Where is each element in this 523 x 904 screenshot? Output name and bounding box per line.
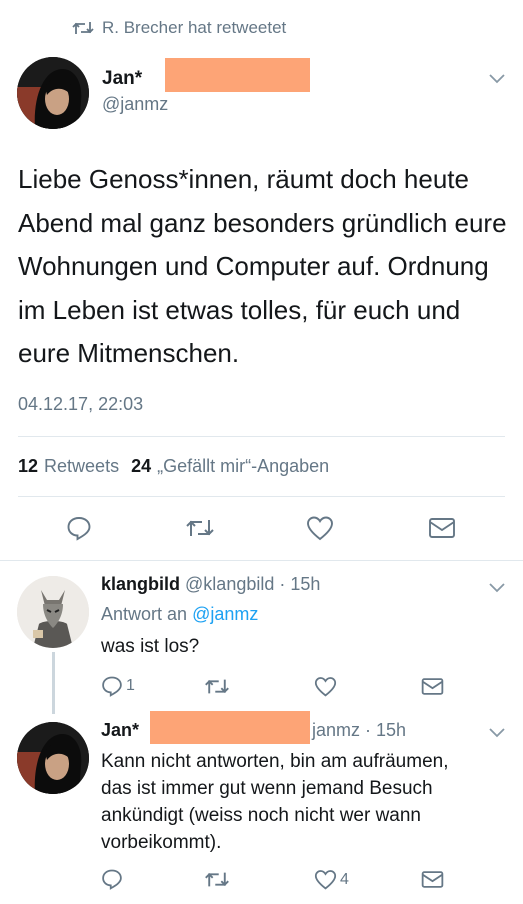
like-icon <box>314 677 337 697</box>
retweet-button[interactable] <box>185 517 215 539</box>
author-name[interactable]: Jan* <box>101 720 139 741</box>
reply-button[interactable] <box>66 515 92 541</box>
retweet-header-text: R. Brecher hat retweetet <box>102 18 287 37</box>
retweet-header[interactable]: R. Brecher hat retweetet <box>72 16 286 40</box>
retweet-count[interactable]: 12 <box>18 456 38 477</box>
retweet-icon <box>205 679 229 694</box>
divider <box>0 560 523 561</box>
redaction-block <box>150 711 310 744</box>
divider <box>18 496 505 497</box>
retweet-button[interactable] <box>204 677 230 696</box>
reply-to-prefix: Antwort an <box>101 604 188 624</box>
thread-line <box>52 652 55 714</box>
like-count: 4 <box>340 870 349 888</box>
reply-icon <box>102 869 122 890</box>
reply-count: 1 <box>126 677 135 694</box>
message-button[interactable] <box>421 870 444 889</box>
message-icon <box>429 518 455 538</box>
reply-icon <box>102 676 122 697</box>
reply-text-line: vorbeikommt). <box>101 832 222 853</box>
avatar[interactable] <box>17 576 89 648</box>
retweet-label[interactable]: Retweets <box>44 456 119 477</box>
author-name[interactable]: Jan* <box>102 68 142 90</box>
divider <box>18 436 505 437</box>
avatar[interactable] <box>17 722 89 794</box>
tweet-stats: 12 Retweets 24 „Gefällt mir“-Angaben <box>18 456 329 477</box>
like-icon <box>307 516 333 541</box>
message-button[interactable] <box>428 517 456 539</box>
author-handle[interactable]: @klangbild <box>185 574 274 594</box>
message-button[interactable] <box>421 677 444 696</box>
author-handle[interactable]: @janmz <box>102 94 168 115</box>
reply-1-header: klangbild @klangbild · 15h <box>101 574 320 595</box>
chevron-down-icon[interactable] <box>488 582 506 594</box>
reply-text: was ist los? <box>101 636 200 657</box>
reply-time: · 15h <box>279 574 321 594</box>
like-button[interactable] <box>306 515 334 541</box>
reply-2-handle-line: janmz · 15h <box>312 720 406 741</box>
author-handle[interactable]: janmz <box>312 720 360 740</box>
retweet-icon <box>72 22 94 34</box>
like-label[interactable]: „Gefällt mir“-Angaben <box>157 456 329 477</box>
retweet-icon <box>186 520 214 536</box>
tweet-timestamp: 04.12.17, 22:03 <box>18 394 144 414</box>
reply-to-handle[interactable]: @janmz <box>192 604 258 624</box>
like-icon <box>314 870 337 890</box>
reply-to-line: Antwort an @janmz <box>101 604 258 625</box>
chevron-down-icon[interactable] <box>488 73 506 85</box>
retweet-button[interactable] <box>204 870 230 889</box>
avatar[interactable] <box>17 57 89 129</box>
reply-button[interactable]: 1 <box>101 675 135 697</box>
like-button[interactable] <box>314 676 337 697</box>
reply-icon <box>67 517 91 541</box>
like-count[interactable]: 24 <box>131 456 151 477</box>
reply-text-line: das ist immer gut wenn jemand Besuch <box>101 778 433 799</box>
like-button[interactable]: 4 <box>314 869 349 890</box>
retweet-icon <box>205 872 229 887</box>
chevron-down-icon[interactable] <box>488 727 506 739</box>
message-icon <box>421 871 444 888</box>
reply-text: Kann nicht antworten, bin am aufräumen, … <box>101 748 448 856</box>
reply-time: · 15h <box>365 720 407 740</box>
reply-button[interactable] <box>101 868 123 890</box>
reply-text-line: Kann nicht antworten, bin am aufräumen, <box>101 751 449 772</box>
reply-text-line: ankündigt (weiss noch nicht wer wann <box>101 805 422 826</box>
message-icon <box>421 678 444 695</box>
tweet-text: Liebe Genoss*innen, räumt doch heute Abe… <box>18 164 507 368</box>
author-name[interactable]: klangbild <box>101 574 180 594</box>
redaction-block <box>165 58 310 92</box>
